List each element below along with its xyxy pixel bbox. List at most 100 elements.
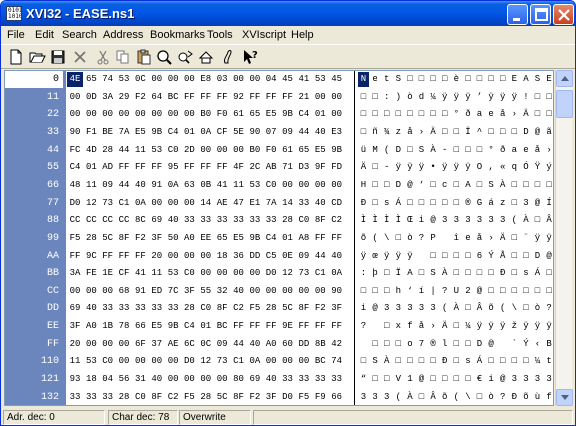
text-char[interactable]: @	[486, 337, 497, 352]
hex-byte[interactable]: 01	[83, 160, 99, 175]
text-char[interactable]: □	[370, 196, 381, 211]
hex-byte[interactable]: 9B	[329, 143, 345, 158]
hex-byte[interactable]: 00	[296, 284, 312, 299]
hex-byte[interactable]: 0A	[198, 125, 214, 140]
text-char[interactable]	[439, 231, 450, 246]
text-char[interactable]: 3	[439, 213, 450, 228]
hex-byte[interactable]: 18	[83, 372, 99, 387]
text-char[interactable]: Ä	[439, 319, 450, 334]
hex-byte[interactable]: 01	[280, 231, 296, 246]
hex-byte[interactable]: 80	[231, 372, 247, 387]
hex-byte[interactable]: 9E	[280, 319, 296, 334]
hex-byte[interactable]: E5	[312, 143, 328, 158]
hex-byte[interactable]: C0	[263, 178, 279, 193]
hex-byte[interactable]: FF	[149, 160, 165, 175]
text-char[interactable]: (	[370, 231, 381, 246]
text-char[interactable]: □	[532, 90, 543, 105]
text-char[interactable]: ÿ	[532, 319, 543, 334]
text-char[interactable]: N	[358, 72, 369, 87]
hex-byte[interactable]: 00	[67, 107, 83, 122]
text-char[interactable]: 3	[370, 390, 381, 405]
text-char[interactable]: •	[428, 160, 439, 175]
hex-byte[interactable]: FF	[214, 90, 230, 105]
hex-byte[interactable]: 36	[231, 249, 247, 264]
hex-byte[interactable]: F5	[67, 231, 83, 246]
text-char[interactable]: o	[404, 337, 415, 352]
hex-byte[interactable]: 00	[83, 107, 99, 122]
hex-byte[interactable]: 8F	[149, 390, 165, 405]
hex-byte[interactable]: 00	[181, 196, 197, 211]
hex-byte[interactable]: B0	[198, 107, 214, 122]
text-char[interactable]: □	[381, 107, 392, 122]
text-char[interactable]: ›	[428, 319, 439, 334]
hex-byte[interactable]: 7A	[263, 196, 279, 211]
text-char[interactable]: □	[381, 319, 392, 334]
text-char[interactable]: À	[439, 266, 450, 281]
text-char[interactable]: □	[520, 249, 531, 264]
hex-byte[interactable]: 11	[83, 178, 99, 193]
hex-byte[interactable]: 01	[312, 107, 328, 122]
hex-byte[interactable]: 11	[132, 143, 148, 158]
text-char[interactable]: ‘	[416, 178, 427, 193]
text-char[interactable]: B	[544, 337, 553, 352]
text-char[interactable]: □	[532, 107, 543, 122]
close-button[interactable]	[553, 4, 574, 25]
menu-edit[interactable]: Edit	[35, 29, 54, 41]
hex-byte[interactable]: 4D	[83, 143, 99, 158]
hex-byte[interactable]: 00	[100, 284, 116, 299]
text-char[interactable]: õ	[358, 231, 369, 246]
hex-byte[interactable]: 33	[116, 301, 132, 316]
new-file-icon[interactable]	[7, 48, 25, 66]
text-char[interactable]: H	[358, 178, 369, 193]
hex-byte[interactable]: 40	[263, 372, 279, 387]
text-char[interactable]: @	[544, 249, 553, 264]
hex-byte[interactable]: 74	[100, 72, 116, 87]
text-char[interactable]: □	[428, 354, 439, 369]
hex-byte[interactable]: 09	[100, 178, 116, 193]
hex-byte[interactable]: FF	[231, 319, 247, 334]
text-char[interactable]: □	[358, 90, 369, 105]
text-char[interactable]: Ð	[497, 266, 508, 281]
hex-byte[interactable]: 00	[280, 354, 296, 369]
text-char[interactable]: ò	[532, 301, 543, 316]
hex-byte[interactable]: 00	[231, 72, 247, 87]
text-char[interactable]: @	[428, 213, 439, 228]
text-char[interactable]: 3	[544, 372, 553, 387]
hex-byte[interactable]: C0	[132, 390, 148, 405]
text-char[interactable]: \	[381, 231, 392, 246]
text-char[interactable]: A	[520, 72, 531, 87]
text-char[interactable]: 6	[474, 249, 485, 264]
text-char[interactable]: □	[451, 143, 462, 158]
text-char[interactable]: ÿ	[451, 90, 462, 105]
text-char[interactable]: □	[474, 266, 485, 281]
text-char[interactable]: □	[358, 284, 369, 299]
text-char[interactable]: □	[404, 107, 415, 122]
hex-byte[interactable]: 44	[116, 143, 132, 158]
hex-byte[interactable]: 69	[247, 372, 263, 387]
hex-byte[interactable]: 8F	[214, 301, 230, 316]
hex-byte[interactable]: 0C	[132, 72, 148, 87]
hex-byte[interactable]: 04	[263, 72, 279, 87]
hex-byte[interactable]: 61	[280, 143, 296, 158]
hex-byte[interactable]: 71	[280, 160, 296, 175]
text-char[interactable]: ÿ	[381, 249, 392, 264]
hex-byte[interactable]: 07	[263, 125, 279, 140]
text-char[interactable]: 3	[393, 301, 404, 316]
text-char[interactable]: î	[451, 231, 462, 246]
text-char[interactable]: ò	[404, 231, 415, 246]
hex-byte[interactable]: FF	[312, 319, 328, 334]
text-char[interactable]: □	[370, 90, 381, 105]
text-char[interactable]: 3	[451, 213, 462, 228]
text-char[interactable]: □	[462, 372, 473, 387]
menu-help[interactable]: Help	[291, 29, 314, 41]
hex-byte[interactable]: 33	[296, 196, 312, 211]
hex-byte[interactable]: 03	[214, 72, 230, 87]
text-char[interactable]: Á	[474, 354, 485, 369]
text-char[interactable]: |	[428, 284, 439, 299]
text-char[interactable]: ÿ	[497, 319, 508, 334]
hex-byte[interactable]: 00	[132, 354, 148, 369]
hex-byte[interactable]: 00	[329, 107, 345, 122]
text-char[interactable]: Ä	[358, 160, 369, 175]
hex-byte[interactable]: 00	[214, 372, 230, 387]
text-char[interactable]: q	[509, 160, 520, 175]
